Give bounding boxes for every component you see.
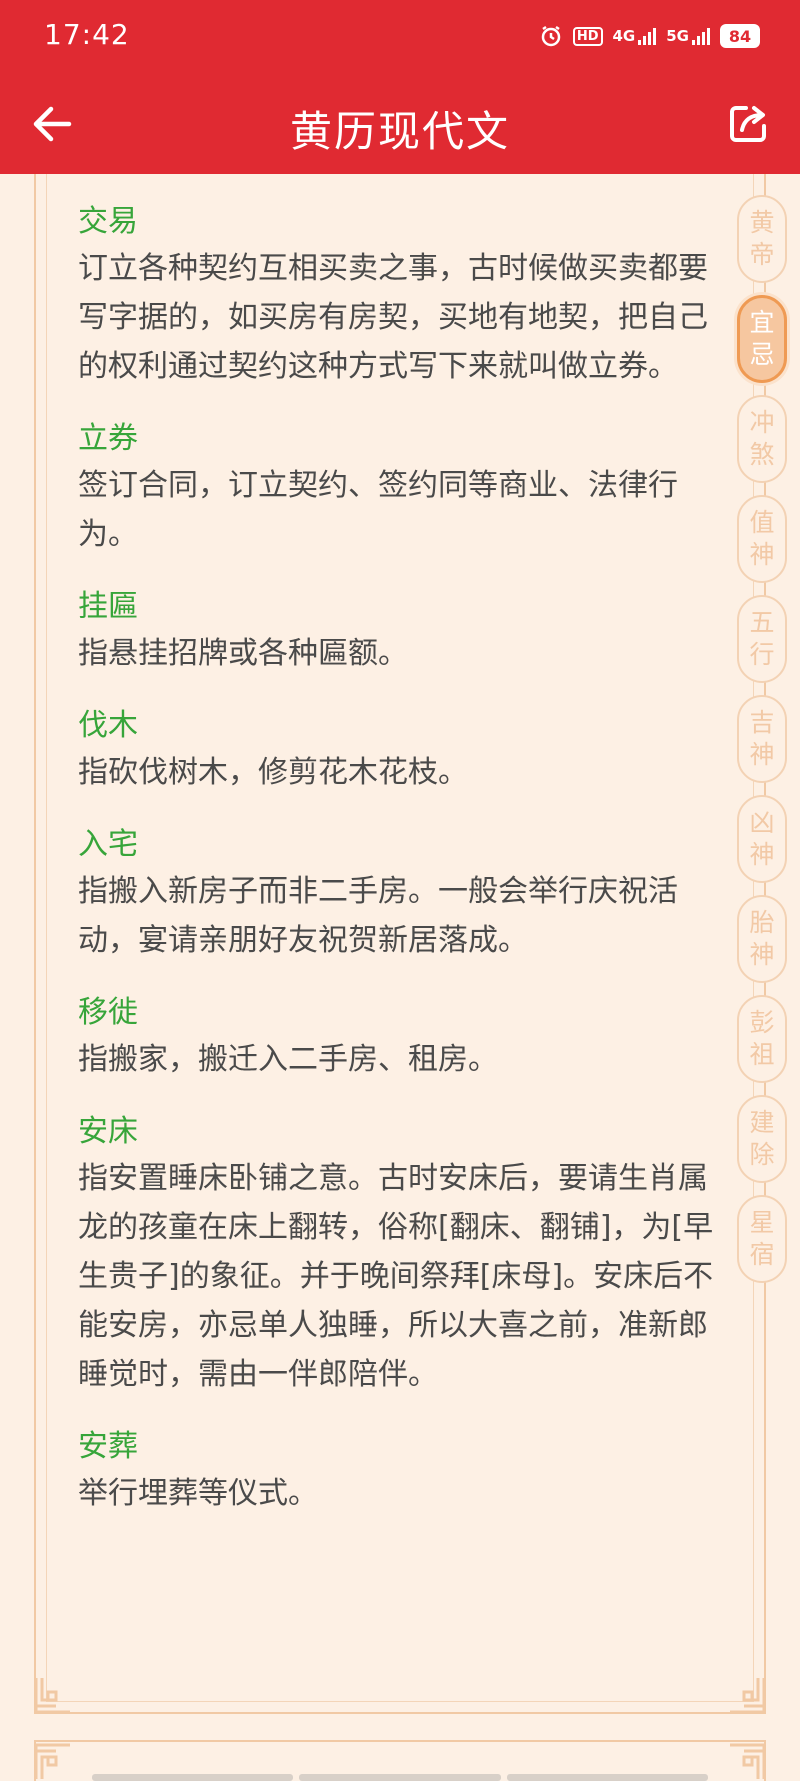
hd-label: HD xyxy=(576,28,599,44)
term-title: 交易 xyxy=(78,204,138,239)
index-tab-xingxiu[interactable]: 星宿 xyxy=(737,1195,787,1283)
index-tab-char: 忌 xyxy=(749,340,775,369)
index-tab-yiji[interactable]: 宜忌 xyxy=(737,295,787,383)
index-tab-char: 胎 xyxy=(749,908,775,937)
index-tab-taishen[interactable]: 胎神 xyxy=(737,895,787,983)
index-tab-wuxing[interactable]: 五行 xyxy=(737,595,787,683)
network-4g-label: 4G xyxy=(612,26,636,45)
index-tab-char: 神 xyxy=(749,840,775,869)
term-description: 签订合同，订立契约、签约同等商业、法律行为。 xyxy=(78,468,678,552)
hd-icon: HD xyxy=(572,26,603,46)
index-tab-char: 行 xyxy=(749,640,775,669)
frame-corner-ornament-icon xyxy=(34,1743,70,1779)
term-description: 指搬家，搬迁入二手房、租房。 xyxy=(78,1042,498,1077)
5g-signal-icon: 5G xyxy=(666,27,710,45)
index-tab-char: 除 xyxy=(749,1140,775,1169)
index-tab-pengzu[interactable]: 彭祖 xyxy=(737,995,787,1083)
index-tab-char: 黄 xyxy=(749,208,775,237)
list-item: 安葬 举行埋葬等仪式。 xyxy=(78,1425,718,1518)
network-5g-label: 5G xyxy=(666,26,689,45)
index-tab-char: 神 xyxy=(749,940,775,969)
index-tab-jianchu[interactable]: 建除 xyxy=(737,1095,787,1183)
term-title: 安床 xyxy=(78,1114,138,1149)
status-bar: 17:42 HD 4G 5G 84 xyxy=(0,0,800,70)
term-description: 指搬入新房子而非二手房。一般会举行庆祝活动，宴请亲朋好友祝贺新居落成。 xyxy=(78,874,678,958)
index-tab-char: 宿 xyxy=(749,1240,775,1269)
list-item: 挂匾 指悬挂招牌或各种匾额。 xyxy=(78,585,718,678)
status-icons: HD 4G 5G 84 xyxy=(539,20,760,52)
list-item: 立券 签订合同，订立契约、签约同等商业、法律行为。 xyxy=(78,417,718,559)
term-title: 入宅 xyxy=(78,827,138,862)
index-tab-char: 值 xyxy=(749,508,775,537)
index-tab-xiongshen[interactable]: 凶神 xyxy=(737,795,787,883)
term-title: 安葬 xyxy=(78,1429,138,1464)
index-tab-chongsha[interactable]: 冲煞 xyxy=(737,395,787,483)
section-index: 黄帝 宜忌 冲煞 值神 五行 吉神 凶神 胎神 彭祖 建除 星宿 xyxy=(737,195,793,1283)
app-header: 17:42 HD 4G 5G 84 黄历现代文 xyxy=(0,0,800,174)
list-item: 移徙 指搬家，搬迁入二手房、租房。 xyxy=(78,991,718,1084)
term-title: 挂匾 xyxy=(78,589,138,624)
status-time: 17:42 xyxy=(44,18,130,51)
index-tab-char: 神 xyxy=(749,540,775,569)
index-tab-char: 祖 xyxy=(749,1040,775,1069)
preview-bar xyxy=(506,1774,708,1781)
index-tab-char: 五 xyxy=(749,608,775,637)
term-description: 指悬挂招牌或各种匾额。 xyxy=(78,636,408,671)
share-button[interactable] xyxy=(722,98,774,150)
battery-indicator: 84 xyxy=(720,24,760,48)
index-tab-char: 神 xyxy=(749,740,775,769)
index-tab-char: 凶 xyxy=(749,808,775,837)
frame-corner-ornament-icon xyxy=(730,1678,766,1714)
next-section-preview xyxy=(92,1774,708,1781)
term-description: 订立各种契约互相买卖之事，古时候做买卖都要写字据的，如买房有房契，买地有地契，把… xyxy=(78,251,708,384)
4g-signal-icon: 4G xyxy=(613,27,657,45)
term-description: 指砍伐树木，修剪花木花枝。 xyxy=(78,755,468,790)
term-title: 立券 xyxy=(78,421,138,456)
index-tab-char: 煞 xyxy=(749,440,775,469)
term-title: 伐木 xyxy=(78,708,138,743)
list-item: 伐木 指砍伐树木，修剪花木花枝。 xyxy=(78,704,718,797)
index-tab-char: 星 xyxy=(749,1208,775,1237)
nav-bar: 黄历现代文 xyxy=(0,84,800,162)
index-tab-char: 宜 xyxy=(749,308,775,337)
term-description: 指安置睡床卧铺之意。古时安床后，要请生肖属龙的孩童在床上翻转，俗称[翻床、翻铺]… xyxy=(78,1161,714,1392)
index-tab-char: 帝 xyxy=(749,240,775,269)
alarm-icon xyxy=(539,24,563,48)
term-title: 移徙 xyxy=(78,995,138,1030)
share-icon xyxy=(730,106,766,142)
index-tab-zhishen[interactable]: 值神 xyxy=(737,495,787,583)
index-tab-jishen[interactable]: 吉神 xyxy=(737,695,787,783)
list-item: 安床 指安置睡床卧铺之意。古时安床后，要请生肖属龙的孩童在床上翻转，俗称[翻床、… xyxy=(78,1110,718,1399)
almanac-term-list: 交易 订立各种契约互相买卖之事，古时候做买卖都要写字据的，如买房有房契，买地有地… xyxy=(78,200,718,1544)
index-tab-char: 建 xyxy=(749,1108,775,1137)
list-item: 交易 订立各种契约互相买卖之事，古时候做买卖都要写字据的，如买房有房契，买地有地… xyxy=(78,200,718,391)
frame-corner-ornament-icon xyxy=(730,1743,766,1779)
index-tab-char: 吉 xyxy=(749,708,775,737)
page-title: 黄历现代文 xyxy=(289,107,510,156)
term-description: 举行埋葬等仪式。 xyxy=(78,1476,318,1511)
index-tab-char: 冲 xyxy=(749,408,775,437)
index-tab-huangdi[interactable]: 黄帝 xyxy=(737,195,787,283)
index-tab-char: 彭 xyxy=(749,1008,775,1037)
frame-corner-ornament-icon xyxy=(34,1678,70,1714)
preview-bar xyxy=(92,1774,294,1781)
preview-bar xyxy=(299,1774,501,1781)
list-item: 入宅 指搬入新房子而非二手房。一般会举行庆祝活动，宴请亲朋好友祝贺新居落成。 xyxy=(78,823,718,965)
